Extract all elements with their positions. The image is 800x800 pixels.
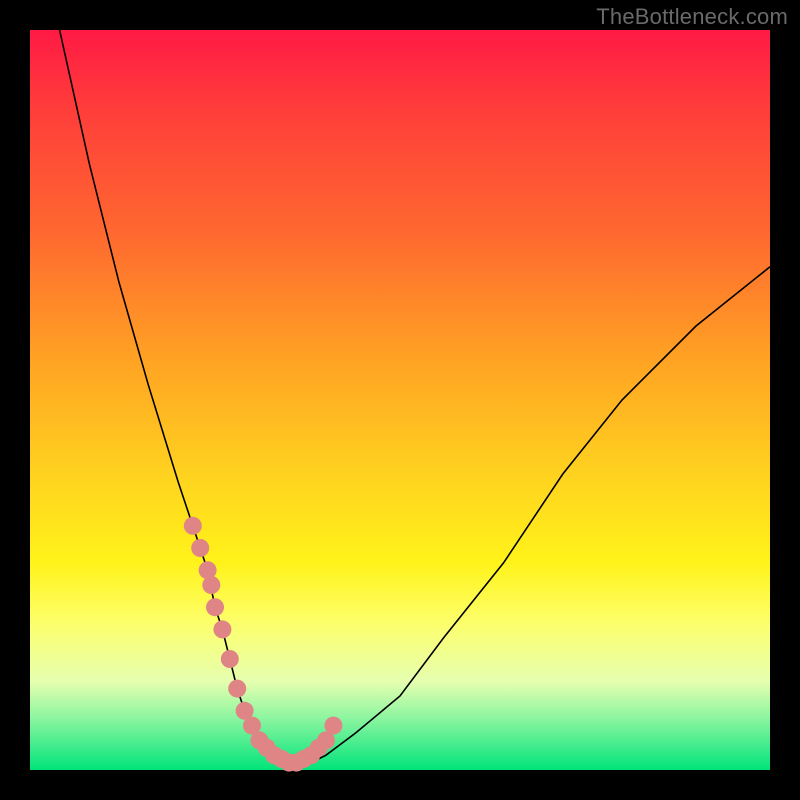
- bottleneck-curve: [60, 30, 770, 763]
- highlight-dot: [202, 576, 220, 594]
- highlight-dot: [221, 650, 239, 668]
- highlight-dots: [184, 517, 343, 772]
- watermark-text: TheBottleneck.com: [596, 4, 788, 30]
- highlight-dot: [191, 539, 209, 557]
- highlight-dot: [184, 517, 202, 535]
- highlight-dot: [206, 598, 224, 616]
- highlight-dot: [213, 620, 231, 638]
- chart-svg: [30, 30, 770, 770]
- highlight-dot: [324, 717, 342, 735]
- highlight-dot: [228, 680, 246, 698]
- chart-frame: TheBottleneck.com: [0, 0, 800, 800]
- chart-plot-area: [30, 30, 770, 770]
